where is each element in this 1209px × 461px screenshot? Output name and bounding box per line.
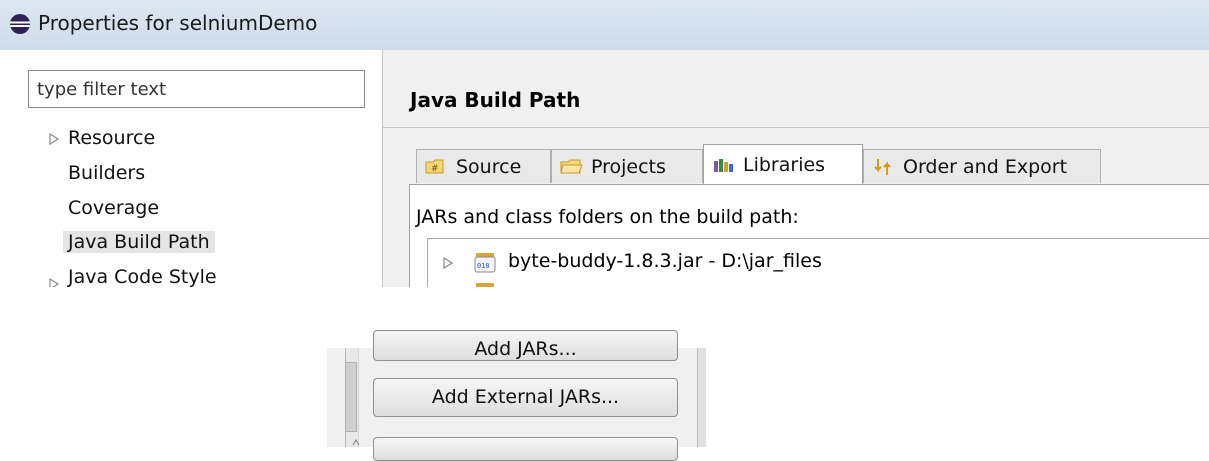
scrollbar-thumb[interactable] <box>345 362 357 432</box>
tab-source[interactable]: # Source <box>416 149 551 183</box>
sidebar-item-resource[interactable]: Resource <box>68 127 155 149</box>
properties-dialog: Properties for selniumDemo Resource Buil… <box>0 0 1209 287</box>
expand-arrow-icon[interactable] <box>443 257 453 269</box>
scroll-arrow-icon[interactable] <box>352 437 360 447</box>
sidebar-item-builders[interactable]: Builders <box>68 162 145 184</box>
list-item[interactable]: byte-buddy-1.8.3.jar - D:\jar_files <box>508 250 822 272</box>
tab-label: Libraries <box>743 154 826 176</box>
page-title: Java Build Path <box>410 88 581 112</box>
libraries-icon <box>714 159 733 172</box>
add-external-jars-button[interactable]: Add External JARs... <box>373 378 678 417</box>
jar-icon: 010 <box>474 253 496 273</box>
tab-order-and-export[interactable]: Order and Export <box>863 149 1101 183</box>
next-button-partial[interactable] <box>373 437 678 461</box>
add-jars-button[interactable]: Add JARs... <box>373 330 678 361</box>
eclipse-icon <box>10 14 30 34</box>
jar-icon <box>476 283 494 287</box>
expand-arrow-icon[interactable] <box>49 133 59 145</box>
svg-text:#: # <box>431 164 439 174</box>
sidebar-item-java-build-path[interactable]: Java Build Path <box>63 231 215 253</box>
button-label: Add JARs... <box>474 337 577 360</box>
sidebar-item-coverage[interactable]: Coverage <box>68 197 159 219</box>
filter-input[interactable] <box>28 70 365 108</box>
projects-folder-icon <box>560 159 583 173</box>
tab-label: Projects <box>591 155 666 178</box>
tab-libraries[interactable]: Libraries <box>703 144 863 185</box>
sidebar-item-java-code-style[interactable]: Java Code Style <box>68 266 217 287</box>
expand-arrow-icon[interactable] <box>49 278 59 287</box>
title-bar[interactable]: Properties for selniumDemo <box>0 0 1209 50</box>
build-path-label: JARs and class folders on the build path… <box>416 206 799 228</box>
svg-text:010: 010 <box>477 262 490 270</box>
tab-projects[interactable]: Projects <box>551 149 703 183</box>
tab-label: Order and Export <box>903 155 1068 178</box>
window-title: Properties for selniumDemo <box>38 11 318 35</box>
panel-edge <box>697 348 706 447</box>
source-folder-icon: # <box>425 159 444 174</box>
tab-label: Source <box>456 155 522 178</box>
order-export-icon <box>874 158 891 175</box>
